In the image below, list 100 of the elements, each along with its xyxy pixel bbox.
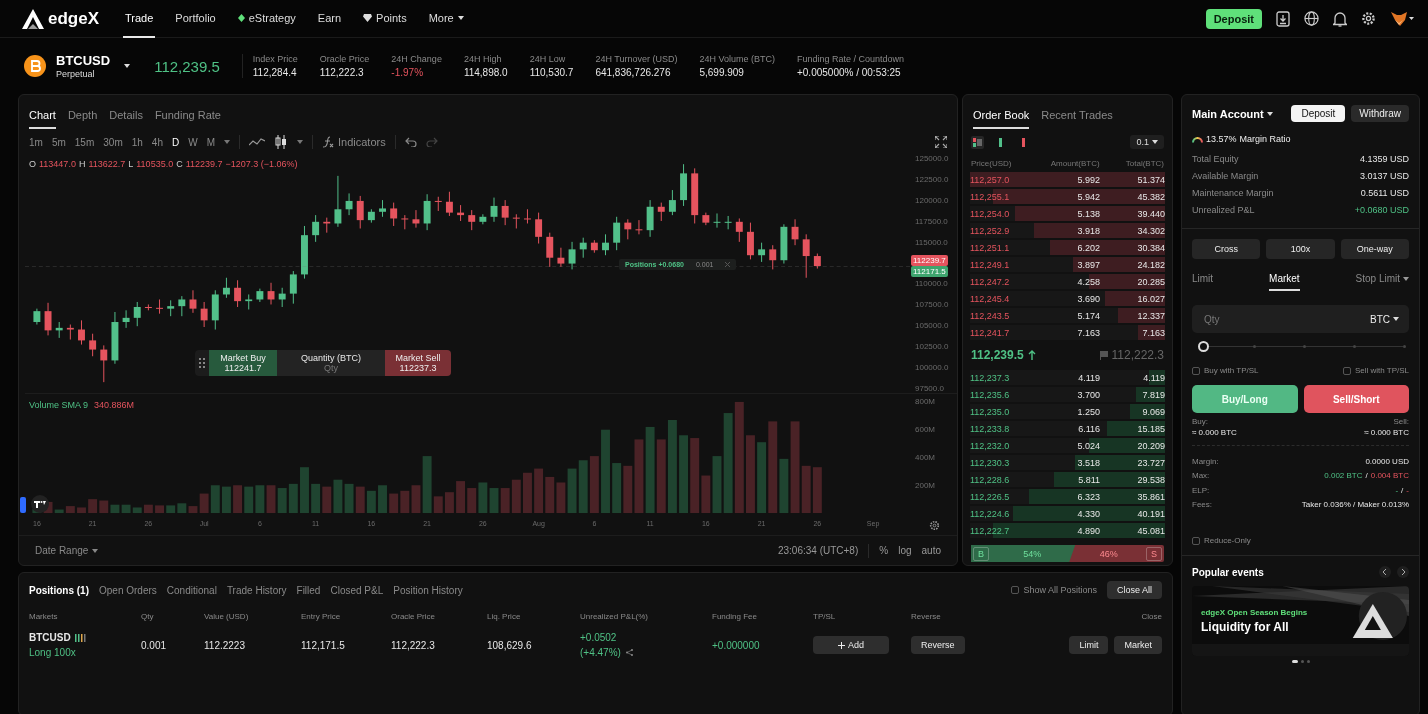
chart-tab[interactable]: Depth xyxy=(67,109,98,129)
line-chart-icon[interactable] xyxy=(249,137,265,147)
order-price: 112,252.9 xyxy=(970,225,1011,236)
positions-tab[interactable]: Conditional xyxy=(166,584,217,596)
pnl-value: +0.0502 xyxy=(580,632,618,643)
reverse-button[interactable]: Reverse xyxy=(911,636,965,654)
download-icon[interactable] xyxy=(1276,10,1290,27)
interval-option[interactable]: 30m xyxy=(103,136,123,148)
deposit-button[interactable]: Deposit xyxy=(1205,8,1262,29)
carousel-dot[interactable] xyxy=(1300,660,1304,663)
stat-label: 24H Change xyxy=(391,54,442,64)
previous-button[interactable] xyxy=(1379,566,1391,578)
positions-tab[interactable]: Open Orders xyxy=(99,584,157,596)
ohlc-key: C xyxy=(176,159,183,169)
order-type-tab[interactable]: Limit xyxy=(1192,273,1214,291)
order-amount: 5.174 xyxy=(1076,310,1100,321)
chart-tab[interactable]: Details xyxy=(109,109,143,129)
quantity-input[interactable]: Qty xyxy=(1202,312,1370,326)
globe-icon[interactable] xyxy=(1304,11,1319,26)
settings-icon[interactable] xyxy=(1361,11,1376,26)
close-all-button[interactable]: Close All xyxy=(1107,581,1162,599)
fox-avatar-icon[interactable] xyxy=(1390,10,1414,27)
candles-icon[interactable] xyxy=(274,135,288,149)
interval-option[interactable]: 5m xyxy=(51,136,66,148)
checkbox[interactable] xyxy=(1192,366,1200,375)
orderbook-tab[interactable]: Recent Trades xyxy=(1041,109,1113,129)
order-price: 112,247.2 xyxy=(970,276,1011,287)
market-buy-button[interactable]: Market Buy 112241.7 xyxy=(209,350,277,376)
mode-button[interactable]: 100x xyxy=(1266,239,1335,259)
chart-tab[interactable]: Funding Rate xyxy=(154,109,221,129)
mode-button[interactable]: One-way xyxy=(1340,239,1409,259)
nav-item[interactable]: Earn xyxy=(315,0,344,38)
column-header: TP/SL xyxy=(813,611,837,621)
undo-icon[interactable] xyxy=(404,137,417,147)
close-position-button[interactable]: Limit xyxy=(1069,636,1109,654)
nav-item[interactable]: Points xyxy=(361,0,409,38)
positions-tab[interactable]: Closed P&L xyxy=(330,584,384,596)
checkbox[interactable] xyxy=(1192,536,1200,545)
interval-option[interactable]: 1m xyxy=(29,136,43,148)
positions-tab[interactable]: Position History xyxy=(393,584,463,596)
scroll-handle-icon[interactable] xyxy=(20,497,26,513)
tick-size-dropdown[interactable]: 0.1 xyxy=(1130,135,1164,149)
stat-value: 112,284.4 xyxy=(252,67,298,78)
mode-button[interactable]: Cross xyxy=(1192,239,1261,259)
close-position-button[interactable]: Market xyxy=(1114,636,1162,654)
market-symbol: BTCUSD xyxy=(29,632,71,643)
order-price: 112,257.0 xyxy=(970,174,1011,185)
positions-tab[interactable]: Filled xyxy=(296,584,321,596)
scale-option[interactable]: log xyxy=(898,545,912,556)
interval-option[interactable]: W xyxy=(188,136,198,148)
stat-value: 110,530.7 xyxy=(529,67,574,78)
summary-value: / xyxy=(1365,471,1368,481)
nav-item[interactable]: More xyxy=(426,0,466,38)
withdraw-button[interactable]: Withdraw xyxy=(1351,105,1409,122)
nav-item[interactable]: Portfolio xyxy=(173,0,218,38)
date-range-dropdown[interactable]: Date Range xyxy=(35,545,99,556)
nav-item[interactable]: eStrategy xyxy=(235,0,298,38)
interval-option[interactable]: 4h xyxy=(151,136,163,148)
summary-label: Margin: xyxy=(1192,456,1219,466)
bell-icon[interactable] xyxy=(1333,10,1347,27)
quantity-field[interactable]: Qty BTC xyxy=(1192,305,1409,333)
ohlc-value: 110535.0 xyxy=(136,159,174,169)
orderbook-tab[interactable]: Order Book xyxy=(973,109,1030,129)
carousel-dot[interactable] xyxy=(1306,660,1310,663)
order-amount: 5.138 xyxy=(1076,208,1100,219)
slider-thumb[interactable] xyxy=(1198,341,1209,352)
order-total: 45.382 xyxy=(1136,191,1165,202)
logo-icon[interactable] xyxy=(31,495,49,513)
interval-option[interactable]: M xyxy=(206,136,215,148)
checkbox[interactable] xyxy=(1342,366,1351,375)
sell-short-button[interactable]: Sell/Short xyxy=(1303,385,1409,413)
add-tpsl-button[interactable]: Add xyxy=(813,636,889,654)
account-dropdown[interactable]: Main Account xyxy=(1192,107,1273,120)
settings-icon[interactable] xyxy=(928,519,940,531)
interval-option[interactable]: 15m xyxy=(74,136,95,148)
nav-item[interactable]: Trade xyxy=(123,0,156,38)
stat-value: 5,699.909 xyxy=(699,67,745,78)
quantity-field[interactable]: Quantity (BTC) Qty xyxy=(277,350,385,376)
order-type-tab[interactable]: Market xyxy=(1269,273,1300,291)
scale-option[interactable]: % xyxy=(879,545,889,556)
ohlc-value: 113622.7 xyxy=(88,159,126,169)
stat-label: 24H High xyxy=(463,54,503,64)
positions-tab[interactable]: Trade History xyxy=(226,584,287,596)
scale-option[interactable]: auto xyxy=(921,545,941,556)
checkbox[interactable] xyxy=(1011,586,1020,594)
share-icon[interactable] xyxy=(625,649,633,656)
fullscreen-icon[interactable] xyxy=(935,136,947,148)
interval-option[interactable]: D xyxy=(171,136,180,148)
quantity-input[interactable]: Qty xyxy=(281,363,381,373)
drag-handle-icon[interactable] xyxy=(199,357,205,369)
market-sell-button[interactable]: Market Sell 112237.3 xyxy=(385,350,451,376)
next-button[interactable] xyxy=(1397,566,1409,578)
interval-option[interactable]: 1h xyxy=(131,136,143,148)
indicators-button[interactable]: Indicators xyxy=(322,136,386,148)
deposit-button[interactable]: Deposit xyxy=(1291,105,1346,122)
chart-tab[interactable]: Chart xyxy=(29,109,56,129)
unit-dropdown[interactable]: BTC xyxy=(1370,313,1399,325)
book-view-button[interactable] xyxy=(971,135,984,149)
order-type-tab[interactable]: Stop Limit xyxy=(1355,273,1409,291)
positions-tab[interactable]: Positions (1) xyxy=(29,584,89,596)
